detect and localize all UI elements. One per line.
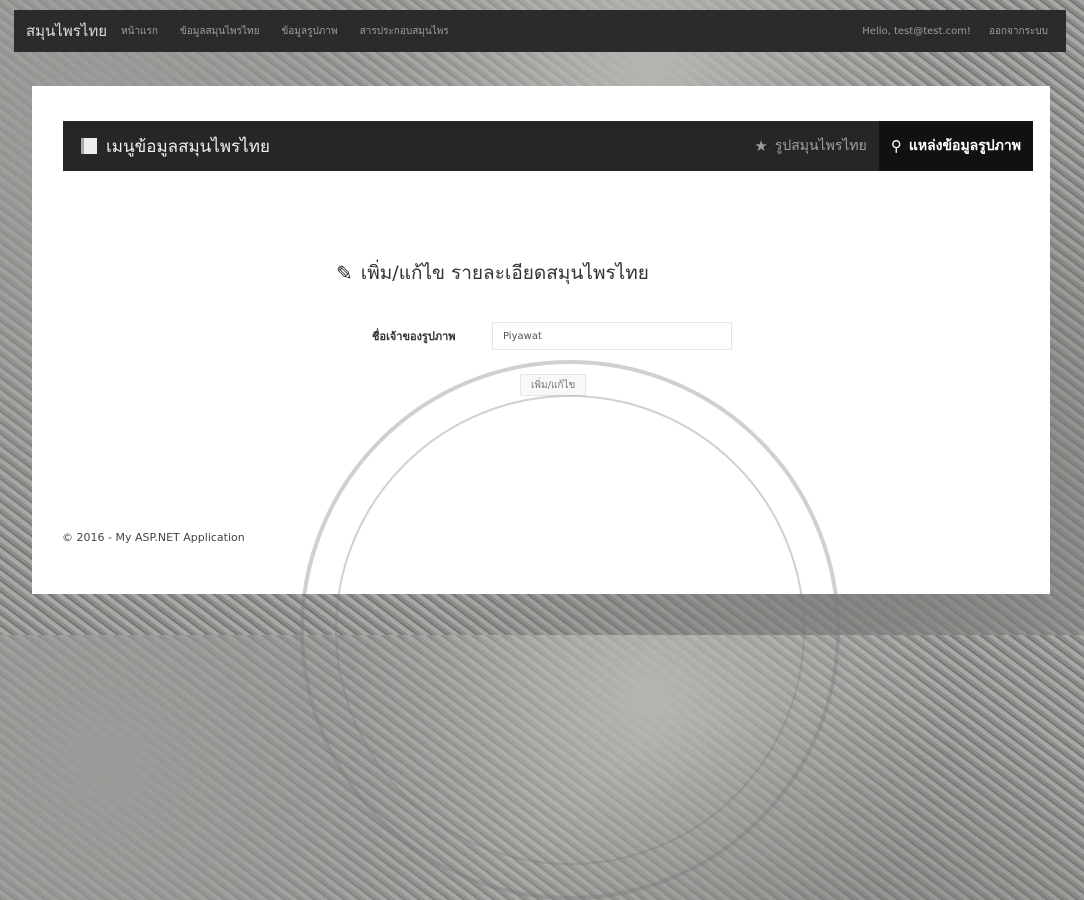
- nav-right: Hello, test@test.com! ออกจากระบบ: [862, 24, 1066, 39]
- menu-right: ★ รูปสมุนไพรไทย ⚲ แหล่งข้อมูลรูปภาพ: [742, 121, 1033, 171]
- nav-link-herb-data[interactable]: ข้อมูลสมุนไพรไทย: [180, 24, 260, 39]
- map-marker-icon: ⚲: [890, 137, 902, 155]
- form-heading-text: เพิ่ม/แก้ไข รายละเอียดสมุนไพรไทย: [360, 262, 649, 284]
- owner-label: ชื่อเจ้าของรูปภาพ: [372, 330, 456, 343]
- pencil-icon: ✎: [336, 261, 353, 285]
- nav-link-compounds[interactable]: สารประกอบสมุนไพร: [360, 24, 449, 39]
- user-greeting-link[interactable]: Hello, test@test.com!: [862, 26, 971, 37]
- menu-item-image-sources[interactable]: ⚲ แหล่งข้อมูลรูปภาพ: [878, 121, 1033, 171]
- top-navbar: สมุนไพรไทย หน้าแรก ข้อมูลสมุนไพรไทย ข้อม…: [14, 10, 1066, 52]
- herb-menu-bar: เมนูข้อมูลสมุนไพรไทย ★ รูปสมุนไพรไทย ⚲ แ…: [63, 121, 1033, 171]
- owner-row: ชื่อเจ้าของรูปภาพ: [372, 322, 732, 350]
- watermark-seal-inner: [335, 395, 805, 865]
- owner-name-input[interactable]: [492, 322, 732, 350]
- book-icon: [81, 138, 97, 154]
- brand-link[interactable]: สมุนไพรไทย: [26, 19, 107, 43]
- form-heading: ✎ เพิ่ม/แก้ไข รายละเอียดสมุนไพรไทย: [336, 258, 1034, 288]
- menu-title: เมนูข้อมูลสมุนไพรไทย: [81, 133, 270, 160]
- footer-text: © 2016 - My ASP.NET Application: [62, 531, 245, 544]
- menu-title-label: เมนูข้อมูลสมุนไพรไทย: [106, 136, 270, 157]
- nav-link-image-data[interactable]: ข้อมูลรูปภาพ: [282, 24, 338, 39]
- nav-link-home[interactable]: หน้าแรก: [121, 24, 158, 39]
- logout-link[interactable]: ออกจากระบบ: [989, 24, 1048, 39]
- star-icon: ★: [754, 137, 768, 155]
- menu-item-label: รูปสมุนไพรไทย: [774, 138, 867, 154]
- menu-item-herb-images[interactable]: ★ รูปสมุนไพรไทย: [742, 121, 878, 171]
- menu-item-label: แหล่งข้อมูลรูปภาพ: [908, 138, 1021, 154]
